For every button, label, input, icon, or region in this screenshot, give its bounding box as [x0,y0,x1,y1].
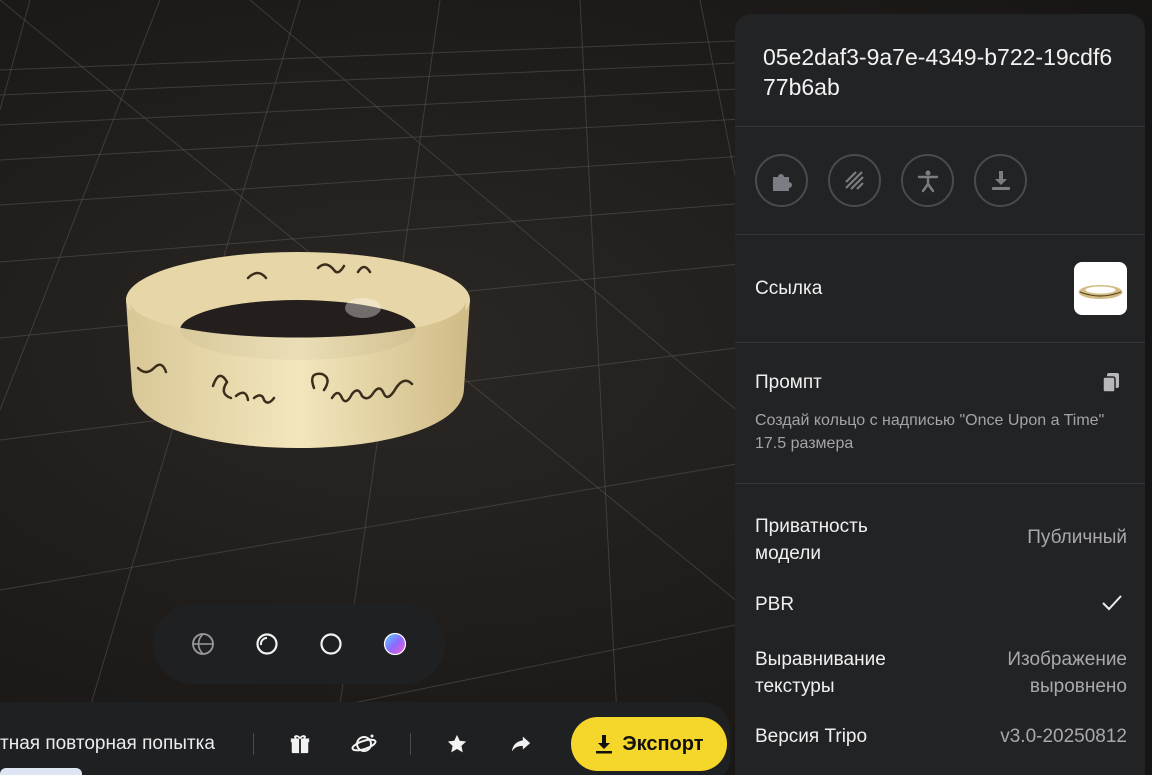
retry-label[interactable]: тная повторная попытка [0,733,215,755]
divider [735,234,1145,235]
checkmark-icon[interactable] [1101,594,1123,617]
export-button[interactable]: Экспорт [570,717,727,771]
color-gradient-sphere-icon[interactable] [378,627,412,661]
gift-icon[interactable] [278,722,322,766]
download-icon [596,735,613,754]
export-label: Экспорт [622,732,704,755]
divider [735,342,1145,343]
copy-icon[interactable] [1101,372,1121,399]
texture-alignment-label: Выравнивание текстуры [755,649,886,697]
share-icon[interactable] [499,722,543,766]
divider [735,126,1145,127]
planet-icon[interactable] [342,722,386,766]
panel-edge [1145,14,1152,775]
version-label: Версия Tripo [755,726,868,747]
divider [252,733,254,755]
ring-model[interactable] [118,238,478,463]
bottom-chip[interactable] [0,768,82,775]
more-icon[interactable]: ⋮ [1146,730,1152,751]
pbr-label: PBR [755,594,795,615]
reference-label: Ссылка [755,278,823,299]
prompt-text: Создай кольцо с надписью "Once Upon a Ti… [755,412,1105,452]
model-info-panel: 05e2daf3-9a7e-4349-b722-19cdf677b6ab Ссы… [735,14,1145,775]
download-stack-icon[interactable] [974,154,1027,207]
divider [735,483,1145,484]
shaded-sphere-icon[interactable] [250,627,284,661]
privacy-value[interactable]: Публичный [1027,527,1127,549]
privacy-label: Приватность модели [755,516,868,564]
rig-figure-icon[interactable] [901,154,954,207]
model-tools-row [755,154,1027,207]
bottom-action-bar: тная повторная попытка Экспорт [0,702,730,775]
reference-thumbnail[interactable] [1074,262,1127,315]
model-id-title: 05e2daf3-9a7e-4349-b722-19cdf677b6ab [763,44,1113,100]
version-value: v3.0-20250812 [1000,726,1127,747]
wireframe-globe-icon[interactable] [186,627,220,661]
puzzle-icon[interactable] [755,154,808,207]
prompt-label: Промпт [755,372,822,393]
outline-circle-icon[interactable] [314,627,348,661]
texture-alignment-value[interactable]: Изображение выровнено [987,646,1127,700]
star-icon[interactable] [435,722,479,766]
texture-stripes-icon[interactable] [828,154,881,207]
divider [409,733,411,755]
view-mode-toolbar [153,604,445,684]
